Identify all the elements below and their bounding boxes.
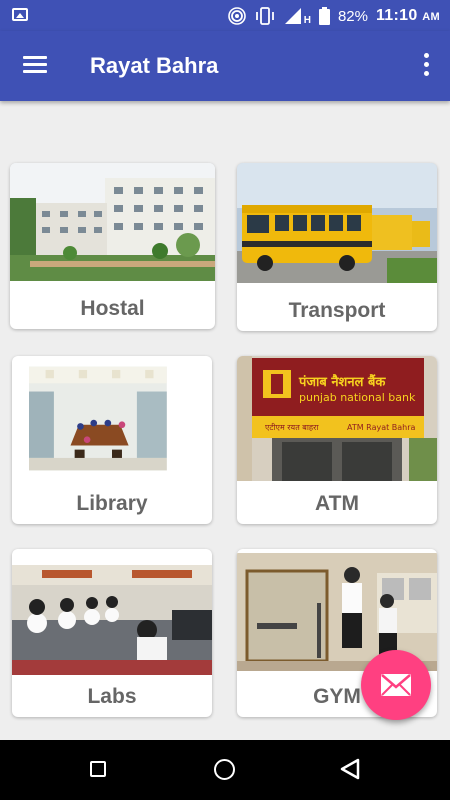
card-labs[interactable]: Labs xyxy=(12,549,212,717)
back-triangle-icon[interactable] xyxy=(340,758,360,780)
email-icon xyxy=(381,674,411,696)
card-hostal[interactable]: Hostal xyxy=(10,163,215,329)
hotspot-icon xyxy=(227,7,246,25)
status-clock: 11:10 AM xyxy=(376,7,440,25)
atm-sign-hindi: एटीएम रयत बाहरा xyxy=(265,422,319,432)
app-toolbar: Rayat Bahra xyxy=(0,31,450,101)
vibrate-icon xyxy=(255,7,274,25)
status-bar: H 82% 11:10 AM xyxy=(0,0,450,31)
system-nav-bar xyxy=(0,740,450,800)
network-type-label: H xyxy=(303,14,311,26)
more-vert-icon[interactable] xyxy=(422,53,430,77)
battery-icon xyxy=(318,7,330,25)
library-reading-room-photo xyxy=(29,366,167,471)
punjab-national-bank-atm-photo: पंजाब नैशनल बैंक punjab national bank एट… xyxy=(237,356,437,481)
page-title: Rayat Bahra xyxy=(90,53,219,78)
atm-sign: ATM Rayat Bahra xyxy=(347,423,416,432)
email-fab-button[interactable] xyxy=(361,650,431,720)
status-icons: H 82% 11:10 AM xyxy=(227,6,440,26)
clock-time: 11:10 xyxy=(375,7,418,24)
hamburger-menu-icon[interactable] xyxy=(23,56,47,74)
card-label: Library xyxy=(76,492,148,515)
atm-brand: punjab national bank xyxy=(299,391,416,404)
card-transport[interactable]: Transport xyxy=(237,163,437,331)
atm-brand-hindi: पंजाब नैशनल बैंक xyxy=(298,374,386,390)
card-label: Hostal xyxy=(80,297,145,320)
recents-square-icon[interactable] xyxy=(90,761,106,777)
card-library[interactable]: Library xyxy=(12,356,212,524)
hostel-building-photo xyxy=(10,163,215,281)
signal-icon xyxy=(284,8,301,24)
card-label: Transport xyxy=(288,299,386,322)
home-circle-icon[interactable] xyxy=(214,759,235,780)
card-atm[interactable]: पंजाब नैशनल बैंक punjab national bank एट… xyxy=(237,356,437,524)
card-label: Labs xyxy=(87,685,137,708)
computer-lab-photo xyxy=(12,565,212,675)
image-notification-icon xyxy=(12,8,28,21)
clock-ampm: AM xyxy=(422,11,440,23)
yellow-bus-photo xyxy=(237,163,437,283)
battery-percent: 82% xyxy=(337,7,368,25)
card-label: ATM xyxy=(315,492,359,515)
